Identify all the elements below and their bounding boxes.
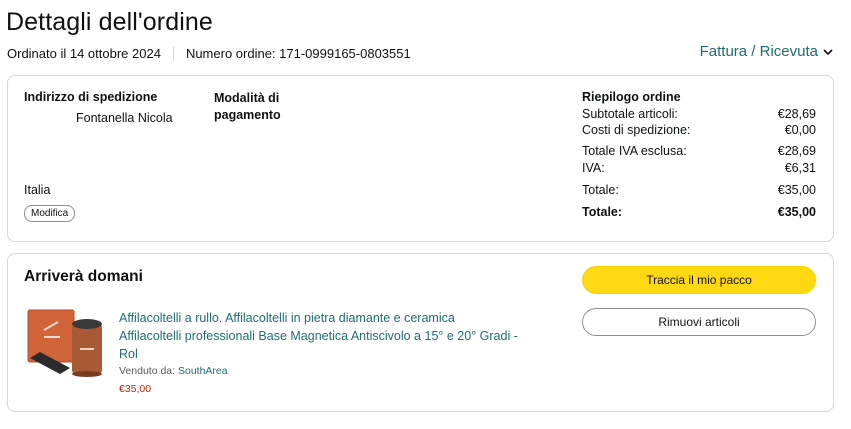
shipping-name: Fontanella Nicola: [76, 111, 173, 125]
summary-label: Totale:: [582, 183, 619, 197]
product-title-line1[interactable]: Affilacoltelli a rullo. Affilacoltelli i…: [119, 309, 559, 327]
track-package-button[interactable]: Traccia il mio pacco: [582, 266, 816, 294]
summary-title: Riepilogo ordine: [582, 90, 681, 104]
summary-value: €35,00: [777, 183, 816, 197]
order-meta: Ordinato il 14 ottobre 2024 Numero ordin…: [7, 46, 411, 61]
summary-value: €0,00: [784, 123, 816, 137]
payment-label-line2: pagamento: [214, 108, 281, 122]
summary-label: Totale:: [582, 205, 623, 219]
invoice-dropdown[interactable]: Fattura / Ricevuta: [700, 43, 833, 60]
remove-items-button[interactable]: Rimuovi articoli: [582, 308, 816, 336]
product-thumbnail[interactable]: [26, 306, 104, 378]
summary-row-total: Totale: €35,00: [582, 181, 816, 200]
shipment-card: Arriverà domani Traccia il mio pacco Rim…: [7, 253, 834, 412]
order-date: Ordinato il 14 ottobre 2024: [7, 46, 161, 61]
order-details-card: Indirizzo di spedizione Fontanella Nicol…: [7, 75, 834, 242]
summary-value: €6,31: [784, 161, 816, 175]
chevron-down-icon: [823, 48, 833, 55]
payment-method-label: Modalità di pagamento: [214, 90, 281, 124]
shipping-address-label: Indirizzo di spedizione: [24, 90, 158, 104]
sold-by-label: Venduto da:: [119, 365, 176, 377]
meta-divider: [172, 46, 174, 61]
summary-row-grand-total: Totale: €35,00: [582, 203, 816, 222]
delivery-status: Arriverà domani: [24, 268, 143, 285]
summary-label: IVA:: [582, 161, 605, 175]
order-number: Numero ordine: 171-0999165-0803551: [185, 46, 411, 61]
summary-row-vat: IVA: €6,31: [582, 159, 816, 178]
summary-label: Costi di spedizione:: [582, 123, 691, 137]
product-price: €35,00: [119, 383, 152, 395]
order-summary: Riepilogo ordine Subtotale articoli: €28…: [582, 90, 816, 222]
product-title-line3[interactable]: Rol: [119, 345, 559, 363]
payment-label-line1: Modalità di: [214, 91, 280, 105]
product-title-link[interactable]: Affilacoltelli a rullo. Affilacoltelli i…: [119, 309, 559, 363]
product-title-line2[interactable]: Affilacoltelli professionali Base Magnet…: [119, 327, 559, 345]
seller-link[interactable]: SouthArea: [178, 365, 228, 377]
sold-by: Venduto da: SouthArea: [119, 365, 228, 377]
shipping-country: Italia: [24, 183, 51, 197]
page-title: Dettagli dell'ordine: [6, 8, 213, 36]
modify-address-button[interactable]: Modifica: [24, 205, 76, 222]
summary-value: €35,00: [777, 205, 816, 219]
invoice-link-label[interactable]: Fattura / Ricevuta: [700, 43, 818, 60]
